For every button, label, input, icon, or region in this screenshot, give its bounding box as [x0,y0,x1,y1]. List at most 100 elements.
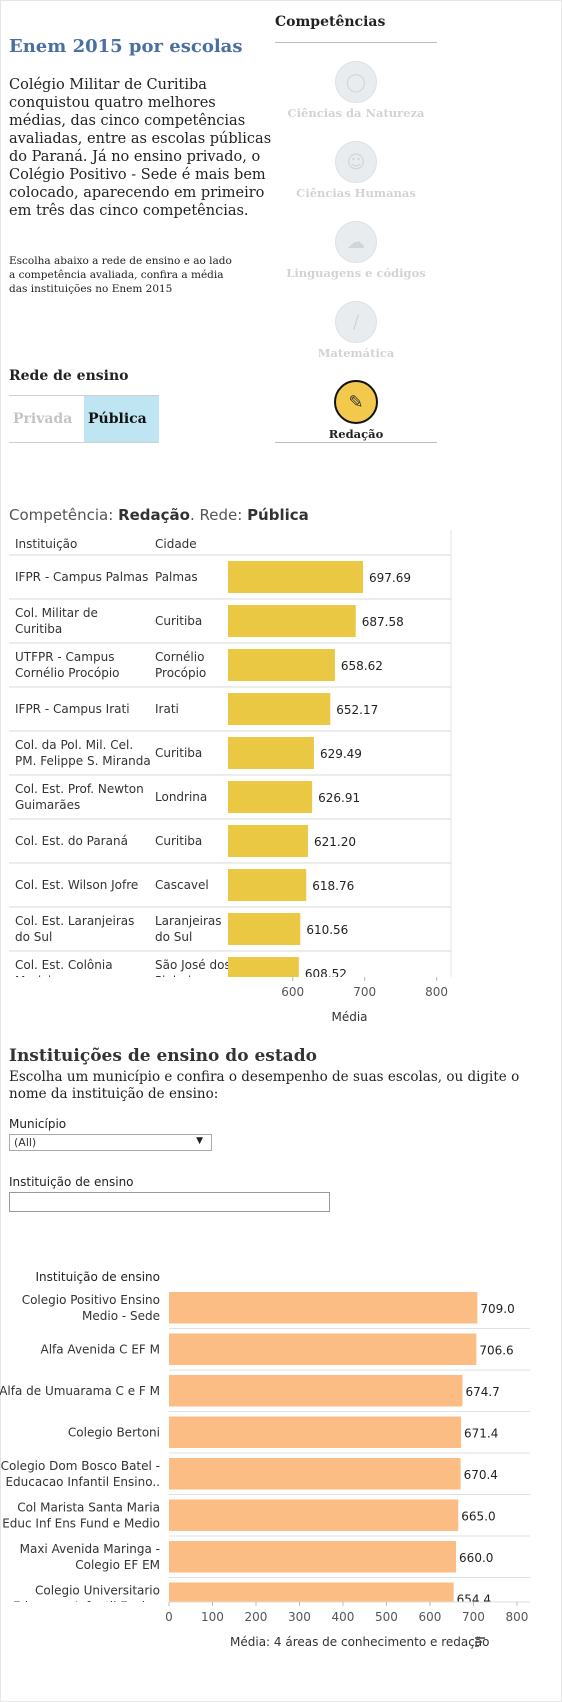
row-institution-label: Col. Est. Prof. Newton [15,782,144,796]
row-institution-label: Colegio Universitario [35,1583,160,1597]
x-tick-label: 300 [288,1610,311,1624]
chart2-svg: Instituição de ensino Colegio Positivo En… [0,1270,530,1649]
bar-value-label: 671.4 [464,1426,498,1440]
row-institution-label: Maxi Avenida Maringa - [20,1542,160,1556]
chart2-heading: Instituições de ensino do estado [9,1046,317,1066]
bar [228,913,301,945]
col-header-cidade: Cidade [155,537,197,551]
rede-divider-bottom [9,442,159,443]
row-city-label: Londrina [155,790,207,804]
x-tick-label: 400 [332,1610,355,1624]
municipio-label: Município [9,1117,67,1131]
y-axis-header: Instituição de ensino [35,1270,160,1284]
bar [228,825,308,857]
x-axis-label: Média: 4 áreas de conhecimento e redação [230,1635,490,1649]
bar [228,605,356,637]
bar-value-label: 608.52 [305,967,347,981]
x-tick-label: 200 [245,1610,268,1624]
bar-value-label: 674.7 [465,1385,499,1399]
row-institution-label: Col. Est. Wilson Jofre [15,878,138,892]
row-institution-label: UTFPR - Campus [15,650,114,664]
speech-bubble-icon: ☁ [335,221,377,263]
row-institution-label: do Sul [15,930,52,944]
x-tick-label: 800 [505,1610,528,1624]
instituicao-input[interactable] [9,1192,330,1212]
row-institution-label: Medio - Sede [82,1309,160,1323]
competencias-divider-bottom [275,442,437,443]
chart1-rows: IFPR - Campus Palmas Palmas 697.69 Col. Mil… [9,561,451,988]
rede-option-publica[interactable]: Pública [84,396,159,442]
row-institution-label: Alfa de Umuarama C e F M [0,1384,160,1398]
bar-value-label: 618.76 [312,879,354,893]
row-institution-label: Colegio Positivo Ensino [22,1293,160,1307]
bar [169,1541,457,1573]
page-title: Enem 2015 por escolas [9,36,243,57]
row-city-label: Pinhais [155,974,197,988]
bar-value-label: 629.49 [320,747,362,761]
chart2-rows: Colegio Positivo Ensino Medio - Sede 709.0… [0,1292,530,1613]
x-tick-label: 500 [375,1610,398,1624]
row-institution-label: Col. Est. Colônia [15,958,113,972]
row-institution-label: Educacao Infantil Ensino [13,1599,160,1613]
row-city-label: Curitiba [155,746,202,760]
bar [228,737,314,769]
x-tick-label: 600 [281,985,304,999]
instructions-text: Escolha abaixo a rede de ensino e ao lad… [9,255,232,295]
bar-value-label: 660.0 [459,1551,493,1565]
x-tick-label: 700 [353,985,376,999]
competencia-linguagens[interactable]: ☁ Linguagens e códigos [275,221,437,280]
bar-value-label: 658.62 [341,659,383,673]
competencia-label: Redação [328,427,384,441]
row-institution-label: Col. Est. Laranjeiras [15,914,134,928]
row-institution-label: PM. Felippe S. Miranda [15,754,151,768]
row-institution-label: IFPR - Campus Irati [15,702,130,716]
x-tick-label: 0 [165,1610,173,1624]
row-institution-label: Curitiba [15,622,62,636]
bar-value-label: 665.0 [461,1509,495,1523]
row-city-label: do Sul [155,930,192,944]
bar [169,1375,463,1407]
rede-heading: Rede de ensino [9,368,129,384]
row-institution-label: Col. Est. do Paraná [15,834,128,848]
competencia-label: Linguagens e códigos [286,266,426,280]
competencia-ciencias-natureza[interactable]: ◯ Ciências da Natureza [275,61,437,120]
x-tick-label: 800 [425,985,448,999]
row-city-label: Palmas [155,570,198,584]
bar-value-label: 706.6 [479,1343,513,1357]
row-institution-label: Col. da Pol. Mil. Cel. [15,738,133,752]
chart1-title-competencia: Redação [118,506,190,524]
competencia-ciencias-humanas[interactable]: ☺ Ciências Humanas [275,141,437,200]
bar-value-label: 687.58 [362,615,404,629]
bar [169,1416,462,1448]
row-city-label: Procópio [155,666,206,680]
bar [228,561,364,593]
bar [228,693,331,725]
row-institution-label: Colegio EF EM [75,1558,160,1572]
row-institution-label: Col. Militar de [15,606,98,620]
bar [228,869,307,901]
municipio-select[interactable]: (All) ▼ [9,1134,212,1151]
bar [169,1292,478,1324]
competencia-label: Matemática [317,346,395,360]
row-institution-label: Alfa Avenida C EF M [41,1342,161,1356]
row-city-label: Laranjeiras [155,914,222,928]
bar [228,649,335,681]
chart2-subtitle: Escolha um município e confira o desempe… [9,1069,520,1102]
numbers-icon: ∕ [335,301,377,343]
competencia-redacao[interactable]: ✎ Redação [275,380,437,441]
row-institution-label: Guimarães [15,798,80,812]
row-institution-label: IFPR - Campus Palmas [15,570,148,584]
rede-option-privada[interactable]: Privada [9,396,84,442]
bar-value-label: 610.56 [306,923,348,937]
row-institution-label: Colegio Bertoni [68,1425,160,1439]
row-institution-label: Educ Inf Ens Fund e Medio [2,1516,160,1530]
bar-value-label: 621.20 [314,835,356,849]
row-city-label: Curitiba [155,614,202,628]
municipio-value: (All) [14,1136,37,1149]
row-institution-label: Col Marista Santa Maria [17,1500,160,1514]
x-axis-label: Média [331,1010,367,1024]
competencia-matematica[interactable]: ∕ Matemática [275,301,437,360]
lead-paragraph: Colégio Militar de Curitiba conquistou q… [9,77,272,219]
row-city-label: São José dos [155,958,231,972]
globe-icon: ◯ [335,61,377,103]
